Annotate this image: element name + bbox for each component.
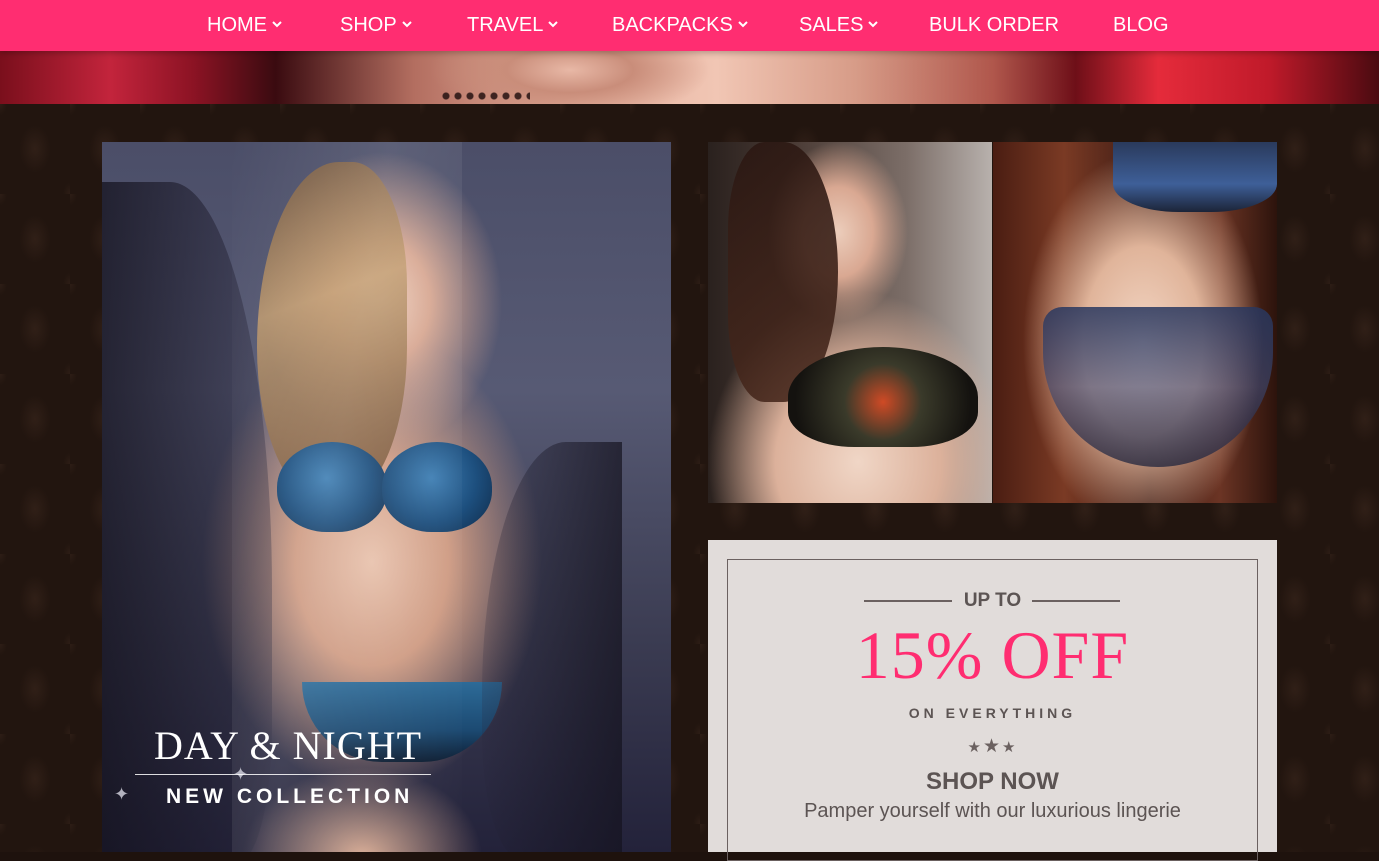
rating-stars: ★★★	[708, 735, 1277, 758]
collection-title: DAY & NIGHT	[154, 723, 423, 768]
nav-item-home[interactable]: HOME	[207, 0, 282, 51]
bra-shape	[1113, 142, 1277, 212]
collection-subtitle: NEW COLLECTION	[166, 785, 414, 808]
nav-item-backpacks[interactable]: BACKPACKS	[612, 0, 748, 51]
sparkle-icon: ✦	[114, 784, 130, 804]
main-navigation: HOME SHOP TRAVEL BACKPACKS SALES BULK OR…	[0, 0, 1379, 51]
star-icon: ★	[982, 736, 1003, 757]
promo-upto-label: UP TO	[963, 590, 1022, 611]
chevron-down-icon	[401, 20, 412, 29]
panty-shape	[1043, 307, 1273, 467]
nav-item-label: SHOP	[340, 14, 397, 36]
hero-lace-detail	[440, 88, 530, 104]
product-photo-embroidered-bra[interactable]	[708, 142, 992, 503]
nav-item-travel[interactable]: TRAVEL	[467, 0, 559, 51]
nav-item-label: BULK ORDER	[929, 14, 1060, 36]
chevron-down-icon	[868, 20, 879, 29]
title-divider	[135, 774, 431, 775]
bra-shape	[788, 347, 978, 447]
nav-item-bulk-order[interactable]: BULK ORDER	[929, 0, 1059, 51]
nav-item-label: BLOG	[1113, 14, 1169, 36]
nav-item-label: SALES	[799, 14, 864, 36]
discount-promo-box[interactable]: UP TO 15% OFF ON EVERYTHING ★★★ SHOP NOW…	[708, 540, 1277, 861]
promo-tagline: Pamper yourself with our luxurious linge…	[804, 800, 1181, 822]
nav-item-label: BACKPACKS	[612, 14, 733, 36]
nav-item-sales[interactable]: SALES	[799, 0, 879, 51]
nav-item-shop[interactable]: SHOP	[340, 0, 412, 51]
star-icon: ★	[1002, 739, 1018, 756]
day-night-collection-banner[interactable]: ✦ ✦ DAY & NIGHT NEW COLLECTION	[102, 142, 671, 852]
chevron-down-icon	[738, 20, 748, 29]
chevron-down-icon	[548, 20, 559, 29]
shop-now-link[interactable]: SHOP NOW	[708, 768, 1277, 796]
chevron-down-icon	[272, 20, 282, 29]
star-icon: ★	[967, 739, 983, 756]
nav-item-blog[interactable]: BLOG	[1113, 0, 1169, 51]
robe-shape-right	[482, 442, 622, 852]
promo-scope: ON EVERYTHING	[908, 705, 1077, 721]
product-photo-lace-set[interactable]	[993, 142, 1277, 503]
promo-discount: 15% OFF	[855, 617, 1130, 693]
nav-item-label: TRAVEL	[467, 14, 544, 36]
nav-item-label: HOME	[207, 14, 267, 36]
